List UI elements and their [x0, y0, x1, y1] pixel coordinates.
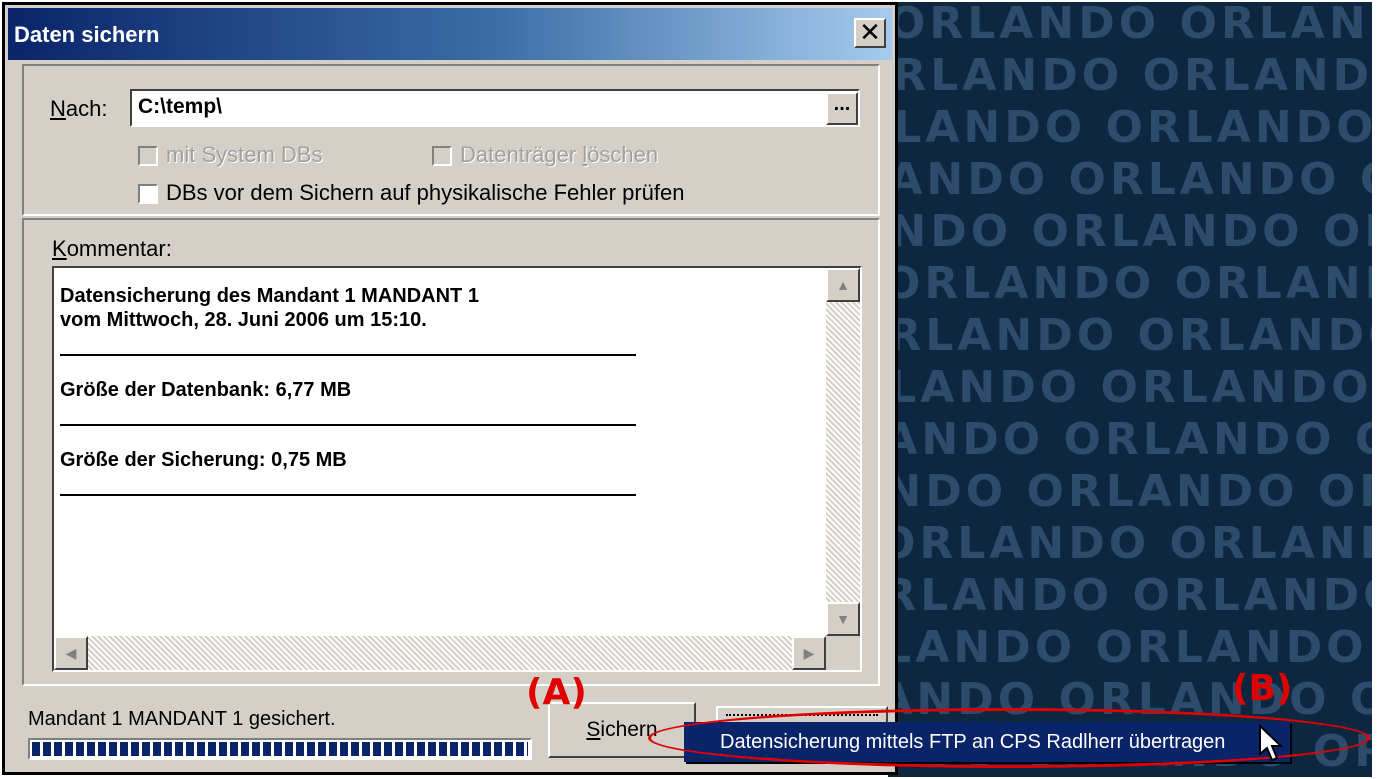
comment-text: Datensicherung des Mandant 1 MANDANT 1 v… [60, 284, 820, 518]
pattern-row: ORLANDO ORLANDO ORLANDO ORLANDO [888, 310, 1372, 361]
title-bar[interactable]: Daten sichern ✕ [8, 8, 892, 60]
vertical-scrollbar[interactable]: ▲ ▼ [826, 268, 860, 636]
arrow-right-icon: ▶ [803, 645, 815, 661]
progress-fill [32, 742, 528, 756]
progress-bar [28, 738, 532, 760]
kommentar-label: Kommentar: [52, 236, 172, 261]
close-button[interactable]: ✕ [854, 18, 886, 48]
horizontal-scrollbar[interactable]: ◀ ▶ [54, 636, 826, 670]
screenshot: ORLANDO ORLANDO ORLANDO ORLANDO ORLANDO … [0, 0, 1379, 779]
pattern-row: ORLANDO ORLANDO ORLANDO ORLANDO [888, 154, 1372, 205]
arrow-down-icon: ▼ [836, 611, 850, 627]
scroll-down-button[interactable]: ▼ [826, 602, 860, 636]
comment-line: Datensicherung des Mandant 1 MANDANT 1 [60, 285, 479, 307]
system-dbs-label: mit System DBs [166, 142, 323, 167]
annotation-a: (A) [526, 672, 587, 713]
system-dbs-checkbox[interactable] [138, 146, 158, 166]
pattern-row: ORLANDO ORLANDO ORLANDO ORLANDO [888, 414, 1372, 465]
nach-path-input[interactable]: C:\temp\ [130, 89, 860, 127]
pattern-row: ORLANDO ORLANDO ORLANDO ORLANDO [888, 50, 1372, 101]
pattern-row: ORLANDO ORLANDO ORLANDO ORLANDO [888, 2, 1372, 49]
fehler-pruefen-checkbox[interactable] [138, 184, 158, 204]
pattern-row: ORLANDO ORLANDO ORLANDO ORLANDO [888, 102, 1372, 153]
arrow-up-icon: ▲ [836, 277, 850, 293]
datentraeger-loeschen-label: Datenträger löschen [460, 142, 659, 167]
pattern-row: ORLANDO ORLANDO ORLANDO ORLANDO [888, 258, 1372, 309]
pattern-row: ORLANDO ORLANDO ORLANDO ORLANDO [888, 466, 1372, 517]
nach-label: Nach: [50, 96, 108, 121]
separator-line [60, 332, 636, 356]
pattern-row: ORLANDO ORLANDO ORLANDO ORLANDO [888, 206, 1372, 257]
annotation-b: (B) [1232, 668, 1293, 709]
separator-line [60, 402, 636, 426]
scroll-right-button[interactable]: ▶ [792, 636, 826, 670]
fehler-pruefen-label: DBs vor dem Sichern auf physikalische Fe… [166, 180, 685, 205]
kommentar-memo[interactable]: Datensicherung des Mandant 1 MANDANT 1 v… [52, 266, 862, 672]
dialog-title: Daten sichern [14, 22, 160, 47]
scroll-up-button[interactable]: ▲ [826, 268, 860, 302]
comment-line: vom Mittwoch, 28. Juni 2006 um 15:10. [60, 309, 427, 331]
pattern-row: ORLANDO ORLANDO ORLANDO ORLANDO [888, 570, 1372, 621]
scroll-left-button[interactable]: ◀ [54, 636, 88, 670]
pattern-row: ORLANDO ORLANDO ORLANDO ORLANDO [888, 518, 1372, 569]
comment-line: Größe der Sicherung: 0,75 MB [60, 449, 347, 471]
close-icon: ✕ [859, 17, 881, 47]
status-text: Mandant 1 MANDANT 1 gesichert. [28, 708, 336, 730]
scrollbar-corner [826, 636, 860, 670]
background-logo-pattern: ORLANDO ORLANDO ORLANDO ORLANDO ORLANDO … [888, 2, 1372, 777]
browse-button[interactable]: ... [826, 92, 858, 125]
pattern-row: ORLANDO ORLANDO ORLANDO ORLANDO [888, 622, 1372, 673]
mouse-cursor-icon [1259, 724, 1284, 762]
arrow-left-icon: ◀ [65, 645, 77, 661]
separator-line [60, 472, 636, 496]
datentraeger-loeschen-checkbox[interactable] [432, 146, 452, 166]
comment-line: Größe der Datenbank: 6,77 MB [60, 379, 352, 401]
pattern-row: ORLANDO ORLANDO ORLANDO ORLANDO [888, 362, 1372, 413]
